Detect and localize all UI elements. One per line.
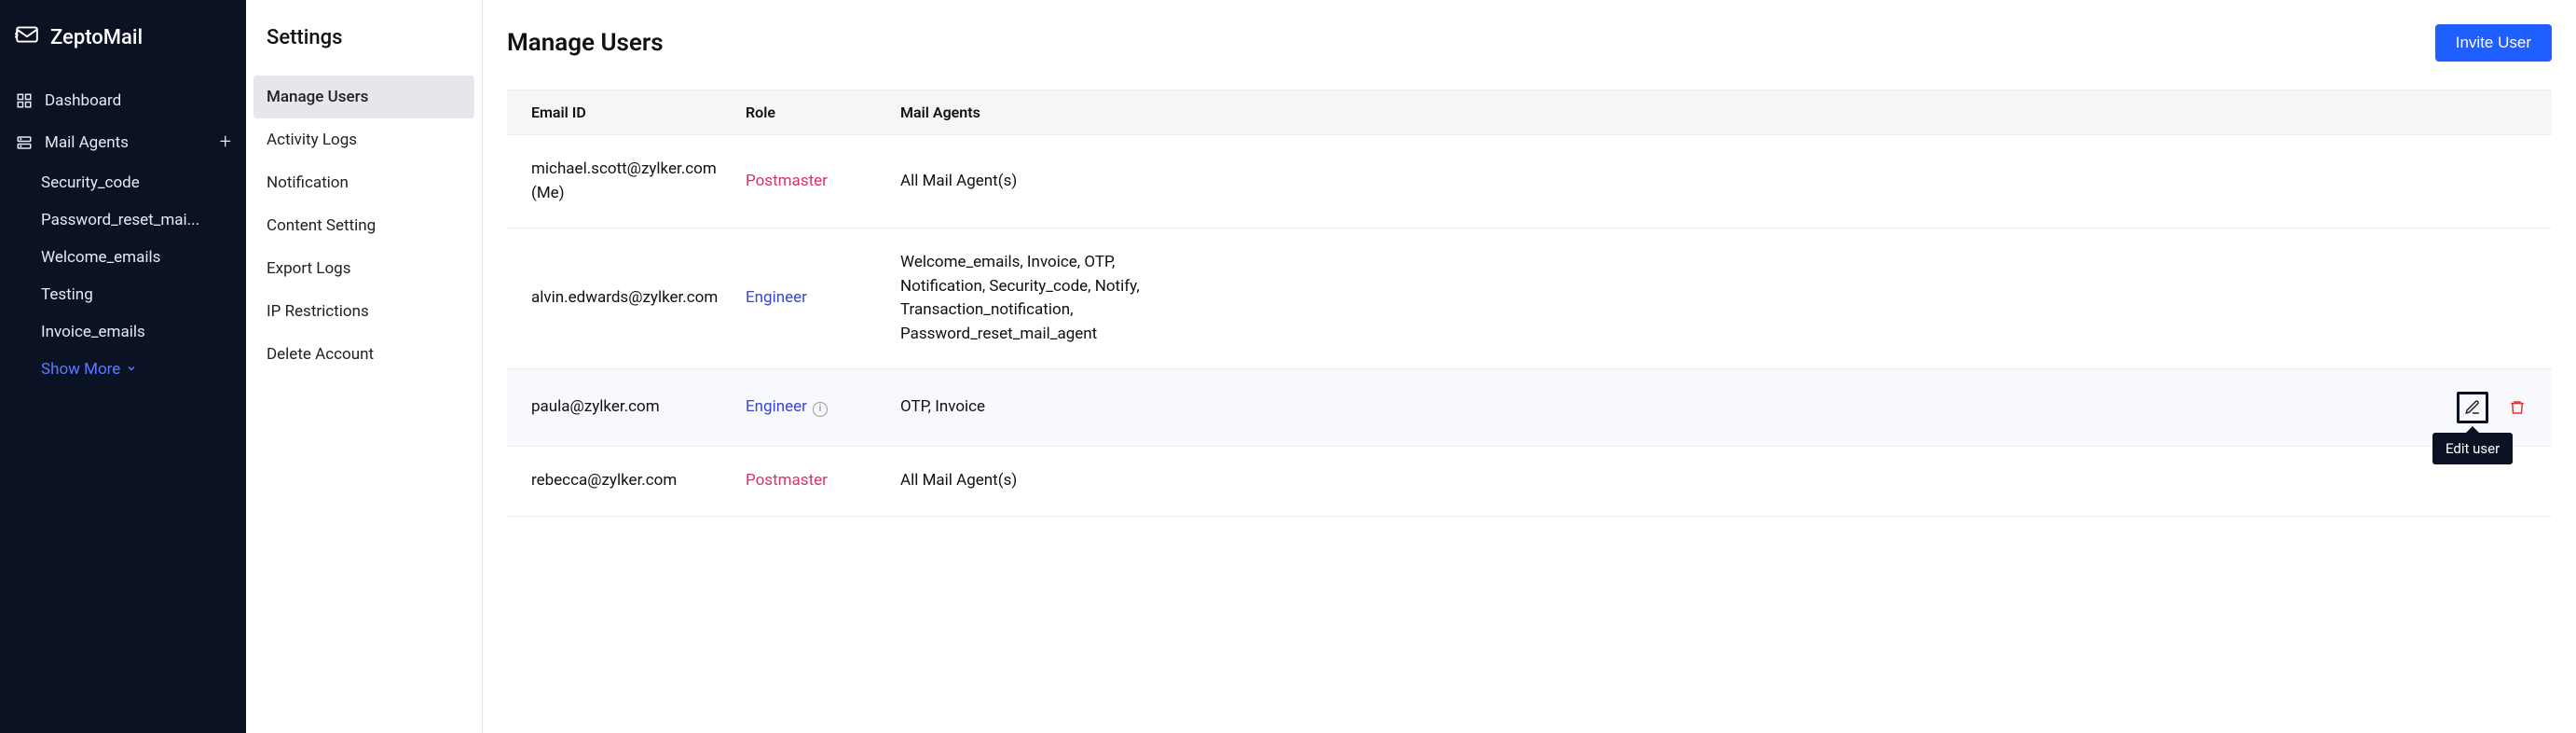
cell-email: alvin.edwards@zylker.com: [507, 286, 746, 311]
brand-icon: [15, 22, 39, 52]
nav-show-more[interactable]: Show More: [0, 351, 246, 388]
page-title: Manage Users: [507, 29, 664, 57]
settings-item[interactable]: Manage Users: [253, 76, 474, 118]
invite-user-button[interactable]: Invite User: [2435, 24, 2552, 62]
delete-user-button[interactable]: [2501, 392, 2533, 423]
col-header-agents: Mail Agents: [900, 104, 2552, 121]
show-more-label: Show More: [41, 360, 120, 379]
settings-item[interactable]: Activity Logs: [253, 118, 474, 161]
nav-mail-agents-label: Mail Agents: [45, 133, 129, 152]
cell-agents: Welcome_emails, Invoice, OTP, Notificati…: [900, 251, 2449, 346]
nav-sub-item[interactable]: Invoice_emails: [0, 313, 246, 351]
cell-role: Postmaster: [746, 469, 900, 493]
table-row: alvin.edwards@zylker.comEngineerWelcome_…: [507, 228, 2552, 369]
col-header-role: Role: [746, 104, 900, 121]
settings-item[interactable]: IP Restrictions: [253, 290, 474, 333]
nav-sub-item[interactable]: Welcome_emails: [0, 239, 246, 276]
main-content: Manage Users Invite User Email ID Role M…: [483, 0, 2576, 733]
settings-item[interactable]: Content Setting: [253, 204, 474, 247]
nav-sub-item[interactable]: Password_reset_mai...: [0, 201, 246, 239]
info-icon[interactable]: i: [813, 402, 828, 417]
cell-actions: [2449, 392, 2552, 423]
nav-dashboard[interactable]: Dashboard: [0, 80, 246, 121]
settings-item[interactable]: Notification: [253, 161, 474, 204]
brand-name: ZeptoMail: [50, 26, 143, 49]
add-mail-agent-icon[interactable]: +: [220, 132, 231, 153]
nav-dashboard-label: Dashboard: [45, 91, 121, 110]
edit-user-tooltip: Edit user: [2432, 433, 2513, 464]
dashboard-icon: [15, 92, 34, 109]
main-header: Manage Users Invite User: [507, 24, 2552, 62]
edit-user-button[interactable]: [2457, 392, 2488, 423]
brand: ZeptoMail: [0, 17, 246, 80]
cell-agents: OTP, Invoice: [900, 395, 2449, 420]
cell-role: Engineer: [746, 286, 900, 311]
settings-panel: Settings Manage UsersActivity LogsNotifi…: [246, 0, 483, 733]
nav-sub-item[interactable]: Security_code: [0, 164, 246, 201]
primary-nav: ZeptoMail Dashboard Mail Agents + Securi…: [0, 0, 246, 733]
cell-email: michael.scott@zylker.com (Me): [507, 158, 746, 205]
table-row: michael.scott@zylker.com (Me)PostmasterA…: [507, 135, 2552, 228]
cell-agents: All Mail Agent(s): [900, 170, 2449, 194]
server-icon: [15, 134, 34, 151]
table-header: Email ID Role Mail Agents: [507, 90, 2552, 135]
cell-email: rebecca@zylker.com: [507, 469, 746, 493]
users-table: Email ID Role Mail Agents michael.scott@…: [507, 90, 2552, 517]
cell-role: Engineeri: [746, 395, 900, 420]
cell-role: Postmaster: [746, 170, 900, 194]
settings-item[interactable]: Delete Account: [253, 333, 474, 376]
chevron-down-icon: [126, 360, 137, 379]
table-row: rebecca@zylker.comPostmasterAll Mail Age…: [507, 447, 2552, 517]
settings-title: Settings: [246, 21, 482, 76]
settings-item[interactable]: Export Logs: [253, 247, 474, 290]
col-header-email: Email ID: [507, 104, 746, 121]
table-row: paula@zylker.comEngineeriOTP, Invoice: [507, 369, 2552, 447]
nav-mail-agents[interactable]: Mail Agents +: [0, 121, 246, 164]
nav-sub-item[interactable]: Testing: [0, 276, 246, 313]
cell-email: paula@zylker.com: [507, 395, 746, 420]
cell-agents: All Mail Agent(s): [900, 469, 2449, 493]
